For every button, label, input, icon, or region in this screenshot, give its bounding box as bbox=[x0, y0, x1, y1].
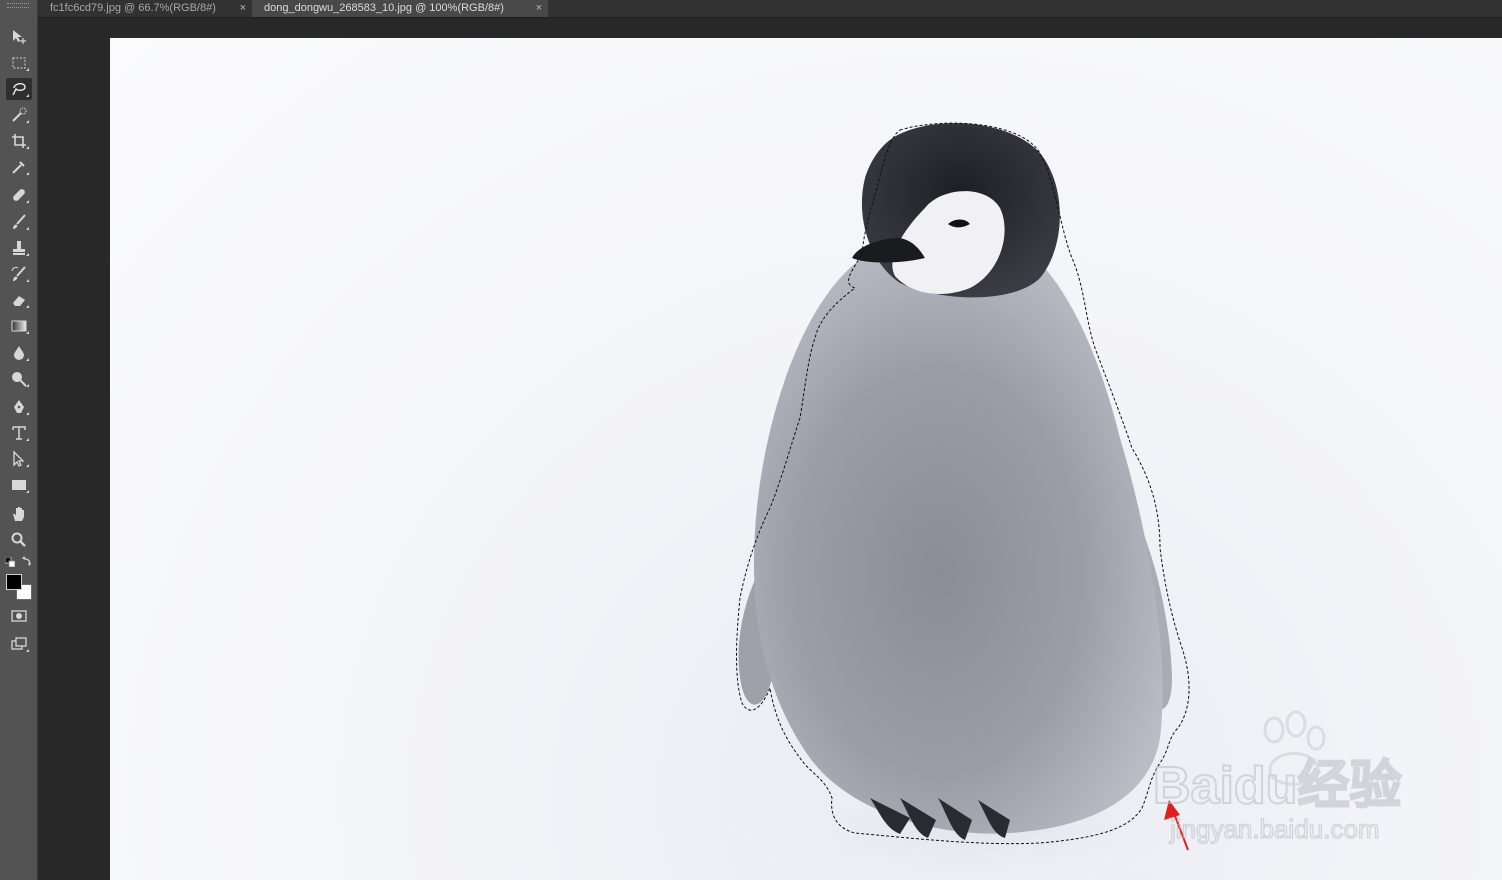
eraser-tool-icon[interactable] bbox=[6, 289, 32, 311]
tab-dong-dongwu[interactable]: dong_dongwu_268583_10.jpg @ 100%(RGB/8#)… bbox=[252, 0, 548, 17]
penguin-chick bbox=[738, 123, 1172, 840]
panel-grip[interactable] bbox=[7, 3, 29, 8]
type-tool-icon[interactable] bbox=[6, 422, 32, 444]
tab-fc1fc6cd79[interactable]: fc1fc6cd79.jpg @ 66.7%(RGB/8#) × bbox=[38, 0, 252, 17]
eyedropper-tool-icon[interactable] bbox=[6, 156, 32, 178]
watermark-url: jingyan.baidu.com bbox=[1169, 814, 1380, 844]
gradient-tool-icon[interactable] bbox=[6, 315, 32, 337]
tools-panel bbox=[0, 0, 38, 880]
move-tool-icon[interactable] bbox=[6, 26, 32, 48]
history-brush-tool-icon[interactable] bbox=[6, 263, 32, 285]
crop-tool-icon[interactable] bbox=[6, 130, 32, 152]
clone-stamp-tool-icon[interactable] bbox=[6, 237, 32, 259]
pen-tool-icon[interactable] bbox=[6, 396, 32, 418]
baidu-jingyan-watermark: Baidu经验 jingyan.baidu.com bbox=[1152, 710, 1402, 845]
close-icon[interactable]: × bbox=[240, 0, 246, 17]
document-canvas[interactable]: Baidu经验 jingyan.baidu.com bbox=[110, 38, 1502, 880]
path-selection-tool-icon[interactable] bbox=[6, 448, 32, 470]
hand-tool-icon[interactable] bbox=[6, 503, 32, 525]
rectangle-shape-tool-icon[interactable] bbox=[6, 474, 32, 496]
zoom-tool-icon[interactable] bbox=[6, 529, 32, 551]
brush-tool-icon[interactable] bbox=[6, 211, 32, 233]
tab-label: dong_dongwu_268583_10.jpg @ 100%(RGB/8#) bbox=[264, 2, 504, 14]
lasso-tool-icon[interactable] bbox=[6, 78, 32, 100]
default-colors-icon[interactable] bbox=[5, 557, 15, 567]
quick-selection-tool-icon[interactable] bbox=[6, 104, 32, 126]
dodge-tool-icon[interactable] bbox=[6, 368, 32, 390]
foreground-color-swatch[interactable] bbox=[6, 574, 22, 590]
watermark-brand: Baidu经验 bbox=[1153, 757, 1401, 815]
swap-colors-icon[interactable] bbox=[22, 555, 33, 566]
close-icon[interactable]: × bbox=[536, 0, 542, 17]
photo-layer: Baidu经验 jingyan.baidu.com bbox=[720, 122, 1402, 880]
tab-label: fc1fc6cd79.jpg @ 66.7%(RGB/8#) bbox=[50, 2, 216, 14]
blur-tool-icon[interactable] bbox=[6, 342, 32, 364]
quick-mask-mode-icon[interactable] bbox=[6, 605, 32, 627]
screen-mode-icon[interactable] bbox=[6, 633, 32, 655]
healing-brush-tool-icon[interactable] bbox=[6, 184, 32, 206]
rectangular-marquee-tool-icon[interactable] bbox=[6, 52, 32, 74]
document-tab-bar: fc1fc6cd79.jpg @ 66.7%(RGB/8#) × dong_do… bbox=[38, 0, 1502, 18]
